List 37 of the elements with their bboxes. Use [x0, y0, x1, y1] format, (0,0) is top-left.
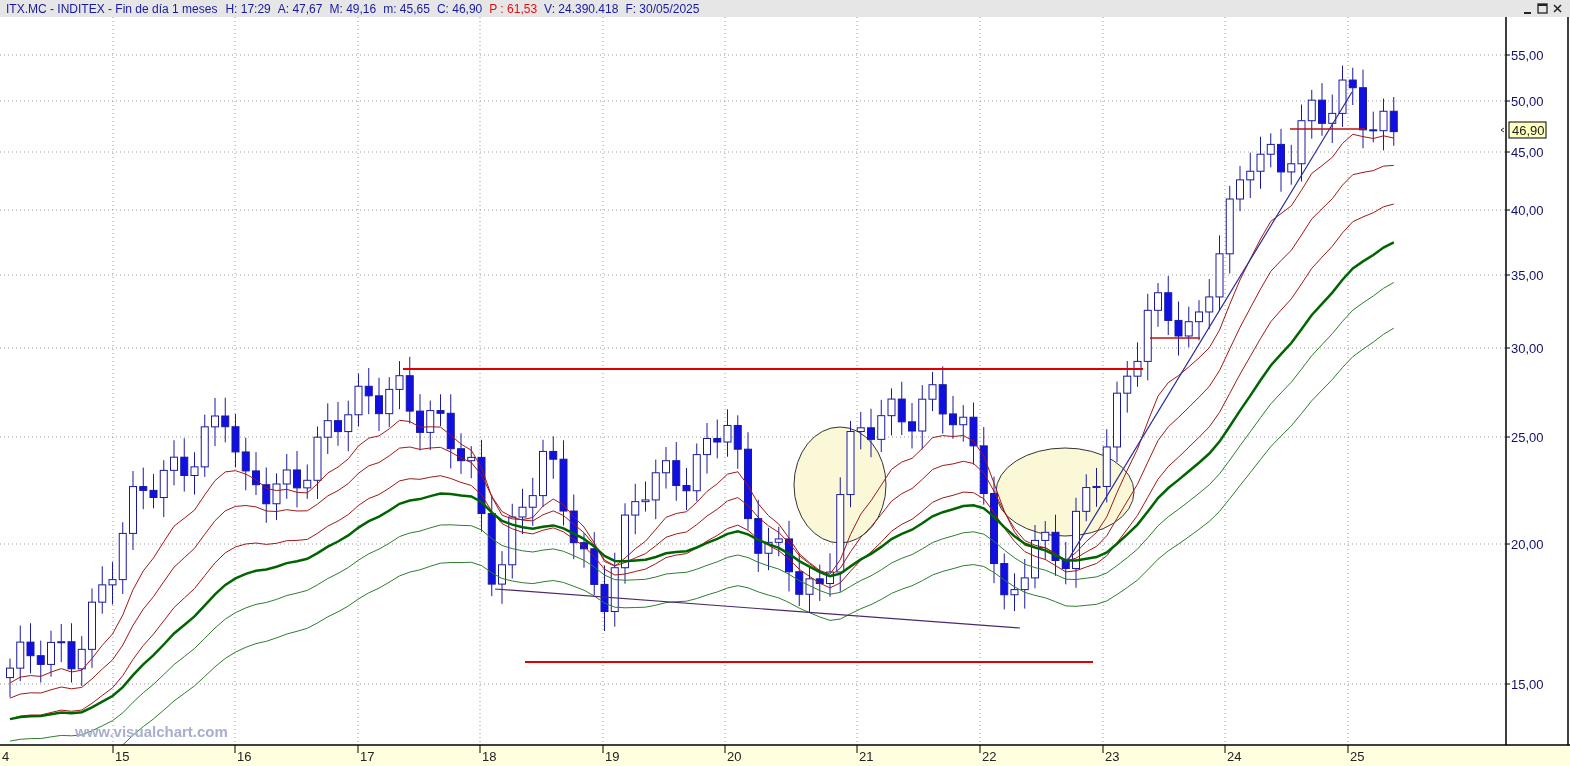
date-label: 20: [727, 749, 742, 764]
quote-field: M: 49,16: [329, 1, 377, 16]
price-label: 20,00: [1511, 537, 1544, 552]
date-label: 16: [237, 749, 252, 764]
quote-field: F: 30/05/2025: [625, 1, 700, 16]
date-label: 4: [2, 749, 10, 764]
close-icon: [1551, 2, 1564, 15]
price-label: 50,00: [1511, 94, 1544, 109]
date-label: 17: [360, 749, 375, 764]
date-label: 18: [482, 749, 497, 764]
maximize-icon: [1536, 2, 1549, 15]
quote-field: C: 46,90: [436, 1, 483, 16]
price-label: 30,00: [1511, 341, 1544, 356]
price-label: 35,00: [1511, 268, 1544, 283]
date-label: 21: [859, 749, 874, 764]
date-label: 23: [1105, 749, 1120, 764]
date-label: 22: [982, 749, 997, 764]
chart-title: ITX.MC - INDITEX - Fin de día 1 meses: [6, 1, 218, 16]
close-button[interactable]: [1551, 2, 1564, 15]
quote-field: P : 61,53: [489, 1, 538, 16]
minimize-icon: [1524, 12, 1531, 14]
date-label: 19: [605, 749, 620, 764]
price-label: 55,00: [1511, 48, 1544, 63]
price-label: 25,00: [1511, 430, 1544, 445]
quote-field: V: 24.390.418: [544, 1, 619, 16]
current-price-tag: 46,90: [1508, 121, 1547, 139]
price-label: 40,00: [1511, 203, 1544, 218]
price-label: 45,00: [1511, 145, 1544, 160]
quote-field: m: 45,65: [383, 1, 430, 16]
price-level-line: [1149, 337, 1201, 339]
date-label: 15: [115, 749, 130, 764]
quote-field: A: 47,67: [277, 1, 323, 16]
date-label: 25: [1350, 749, 1365, 764]
quote-field: H: 17:29: [225, 1, 271, 16]
price-label: 15,00: [1511, 677, 1544, 692]
date-label: 24: [1227, 749, 1242, 764]
maximize-button[interactable]: [1536, 2, 1549, 15]
